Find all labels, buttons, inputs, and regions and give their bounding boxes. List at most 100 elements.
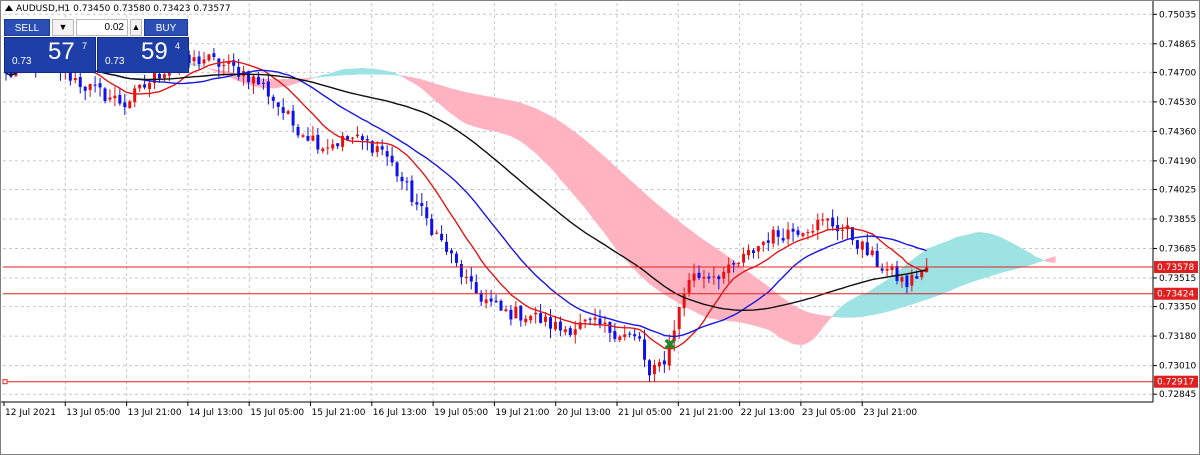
y-tick-label: 0.73515 [1159,274,1196,284]
cloud-segment [327,72,333,77]
cloud-segment [505,99,512,137]
candle-body [390,155,394,163]
cloud-segment [956,235,962,289]
candle-body [771,229,775,244]
x-tick-label: 22 Jul 13:00 [741,408,795,418]
cloud-segment [555,118,561,180]
one-click-trading-panel: SELL ▼ 0.02 ▲ BUY 0.73 57 7 0.73 59 4 [4,19,189,73]
candle-body [494,300,498,303]
candle-body [113,95,117,99]
cloud-segment [649,197,655,288]
y-tick-label: 0.73855 [1159,215,1196,225]
cloud-segment [575,131,581,203]
cloud-segment [337,69,343,76]
sell-button[interactable]: SELL [4,19,50,36]
candle-body [355,134,359,137]
candle-body [98,83,102,88]
y-tick-label: 0.73180 [1159,332,1196,342]
candle-body [549,317,552,329]
cloud-segment [812,313,819,341]
candle-body [405,181,409,183]
cloud-segment [436,83,442,106]
candle-body [558,321,562,331]
cloud-segment [480,95,487,130]
candle-body [123,102,127,108]
candle-body [860,241,864,250]
candle-body [756,246,760,252]
lot-decrease-button[interactable]: ▼ [52,19,74,36]
cloud-segment [1035,256,1041,264]
cloud-segment [342,68,348,76]
candle-body [811,230,815,233]
buy-price-box[interactable]: 0.73 59 4 [97,37,189,73]
cloud-segment [352,68,358,75]
candle-body [197,56,201,65]
candle-body [766,240,770,243]
cloud-segment [748,271,754,326]
sell-price-big: 57 [48,38,75,65]
sell-price-box[interactable]: 0.73 57 7 [4,37,96,73]
cloud-segment [426,80,432,98]
candle-body [776,230,780,237]
candle-body [529,315,533,321]
cloud-segment [1010,242,1017,271]
candle-body [628,333,632,335]
x-tick-label: 14 Jul 13:00 [189,408,243,418]
candle-body [435,232,439,234]
lot-size-input[interactable]: 0.02 [76,19,128,36]
cloud-segment [372,68,378,75]
y-tick-label: 0.74190 [1159,157,1196,167]
candle-body [162,74,166,78]
candle-body [454,253,458,263]
cloud-segment [842,301,848,318]
cloud-segment [862,292,868,317]
y-tick-label: 0.73350 [1159,303,1196,313]
cloud-segment [367,68,373,75]
cloud-segment [584,139,591,216]
candle-body [252,76,255,84]
candle-body [469,276,473,282]
cloud-segment [520,102,526,146]
candle-body [301,135,305,137]
candle-body [885,268,889,271]
candle-body [737,262,741,264]
buy-button[interactable]: BUY [144,19,188,36]
candle-body [93,84,97,86]
candle-body [870,250,874,255]
cloud-segment [446,86,452,115]
cloud-segment [1040,258,1046,262]
cloud-segment [678,221,685,306]
cloud-segment [797,307,804,345]
x-tick-label: 13 Jul 21:00 [128,408,182,418]
collapse-triangle-icon[interactable] [5,5,13,11]
cloud-segment [966,233,972,285]
x-tick-label: 13 Jul 05:00 [66,408,120,418]
candle-body [781,238,785,241]
candle-body [108,97,112,100]
candle-body [103,88,107,102]
cloud-segment [792,304,799,345]
candle-body [326,147,330,149]
cloud-segment [495,97,502,134]
price-axis[interactable]: 0.75035 0.74865 0.74700 0.74530 0.74360 0.741… [1153,10,1196,400]
cloud-segment [411,77,418,86]
candle-body [841,229,845,231]
cloud-segment [476,94,482,129]
candle-body [761,241,765,246]
candle-body [826,218,830,221]
candle-body [450,250,453,254]
candle-body [722,271,726,279]
cloud-segment [362,67,368,75]
candle-body [321,148,325,152]
candle-body [697,272,701,279]
time-axis[interactable]: 12 Jul 2021 13 Jul 05:00 13 Jul 21:00 14 Ju… [3,402,917,418]
cloud-segment [847,298,853,318]
lot-increase-button[interactable]: ▲ [130,19,142,36]
candle-body [138,84,142,89]
line-anchor-handle [2,379,8,385]
cloud-segment [980,232,987,280]
candle-body [256,76,260,85]
candle-body [261,82,265,84]
cloud-segment [1050,256,1056,263]
cloud-segment [1025,250,1031,267]
